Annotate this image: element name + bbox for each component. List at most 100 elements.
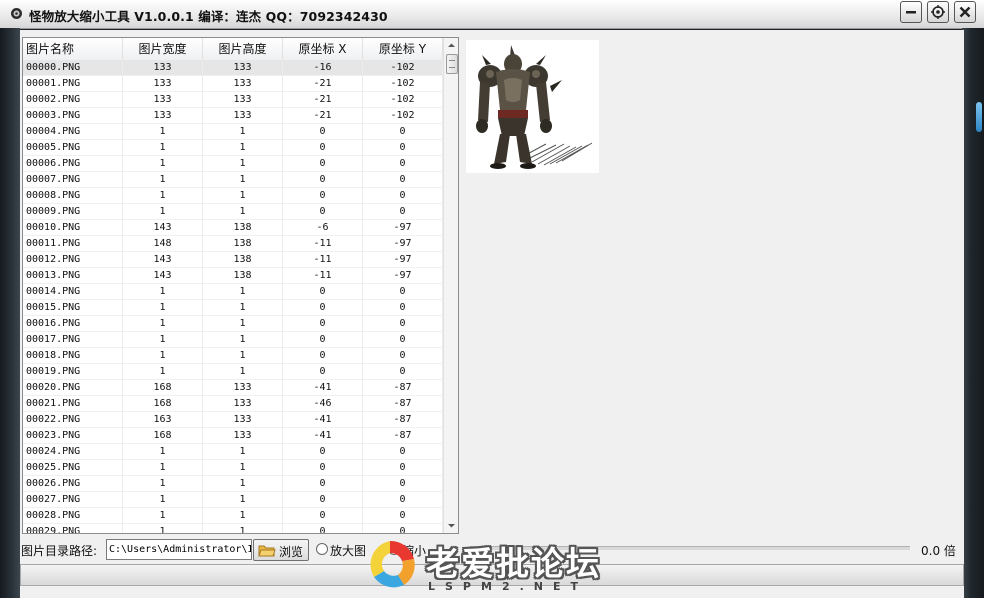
cell-name: 00023.PNG xyxy=(23,428,123,444)
close-button[interactable] xyxy=(954,1,976,23)
cell-height: 133 xyxy=(203,92,283,108)
cell-y: -102 xyxy=(363,76,443,92)
cell-width: 133 xyxy=(123,76,203,92)
table-row[interactable]: 00012.PNG 143 138 -11 -97 xyxy=(23,252,443,268)
cell-width: 168 xyxy=(123,380,203,396)
cell-height: 1 xyxy=(203,444,283,460)
cell-y: -87 xyxy=(363,380,443,396)
table-row[interactable]: 00022.PNG 163 133 -41 -87 xyxy=(23,412,443,428)
cell-name: 00002.PNG xyxy=(23,92,123,108)
list-rows: 00000.PNG 133 133 -16 -102 00001.PNG 133 133 -21… xyxy=(23,60,443,533)
table-row[interactable]: 00023.PNG 168 133 -41 -87 xyxy=(23,428,443,444)
settings-button[interactable] xyxy=(927,1,949,23)
browse-label: 浏览 xyxy=(279,545,304,559)
column-header-width[interactable]: 图片宽度 xyxy=(123,38,203,60)
table-row[interactable]: 00024.PNG 1 1 0 0 xyxy=(23,444,443,460)
table-row[interactable]: 00027.PNG 1 1 0 0 xyxy=(23,492,443,508)
cell-y: -87 xyxy=(363,412,443,428)
enlarge-radio[interactable] xyxy=(316,543,328,555)
table-row[interactable]: 00020.PNG 168 133 -41 -87 xyxy=(23,380,443,396)
scroll-down-icon[interactable] xyxy=(444,518,459,533)
cell-name: 00016.PNG xyxy=(23,316,123,332)
column-header-height[interactable]: 图片高度 xyxy=(203,38,283,60)
cell-name: 00027.PNG xyxy=(23,492,123,508)
table-row[interactable]: 00009.PNG 1 1 0 0 xyxy=(23,204,443,220)
enlarge-label: 放大图 xyxy=(330,544,367,558)
cell-x: 0 xyxy=(283,204,363,220)
table-row[interactable]: 00008.PNG 1 1 0 0 xyxy=(23,188,443,204)
cell-height: 1 xyxy=(203,172,283,188)
table-row[interactable]: 00014.PNG 1 1 0 0 xyxy=(23,284,443,300)
table-row[interactable]: 00015.PNG 1 1 0 0 xyxy=(23,300,443,316)
cell-name: 00005.PNG xyxy=(23,140,123,156)
cell-width: 1 xyxy=(123,300,203,316)
frame-accent xyxy=(976,102,982,132)
settings-icon xyxy=(931,5,945,19)
scroll-thumb[interactable] xyxy=(446,54,458,74)
cell-width: 1 xyxy=(123,204,203,220)
cell-x: -41 xyxy=(283,428,363,444)
table-row[interactable]: 00005.PNG 1 1 0 0 xyxy=(23,140,443,156)
table-row[interactable]: 00029.PNG 1 1 0 0 xyxy=(23,524,443,533)
cell-y: 0 xyxy=(363,284,443,300)
browse-button[interactable]: 浏览 xyxy=(253,539,309,561)
cell-name: 00028.PNG xyxy=(23,508,123,524)
cell-height: 1 xyxy=(203,140,283,156)
cell-height: 1 xyxy=(203,508,283,524)
monster-sprite xyxy=(476,45,593,169)
zoom-value: 0.0 倍 xyxy=(921,544,956,558)
table-row[interactable]: 00025.PNG 1 1 0 0 xyxy=(23,460,443,476)
cell-x: -46 xyxy=(283,396,363,412)
table-row[interactable]: 00013.PNG 143 138 -11 -97 xyxy=(23,268,443,284)
column-header-x[interactable]: 原坐标 X xyxy=(283,38,363,60)
column-header-y[interactable]: 原坐标 Y xyxy=(363,38,443,60)
cell-x: 0 xyxy=(283,492,363,508)
cell-name: 00007.PNG xyxy=(23,172,123,188)
cell-height: 1 xyxy=(203,300,283,316)
table-row[interactable]: 00021.PNG 168 133 -46 -87 xyxy=(23,396,443,412)
app-icon xyxy=(11,8,22,19)
cell-x: 0 xyxy=(283,524,363,533)
table-row[interactable]: 00017.PNG 1 1 0 0 xyxy=(23,332,443,348)
table-row[interactable]: 00006.PNG 1 1 0 0 xyxy=(23,156,443,172)
list-scrollbar[interactable] xyxy=(443,38,459,533)
cell-name: 00022.PNG xyxy=(23,412,123,428)
title-bar[interactable]: 怪物放大缩小工具 V1.0.0.1 编译：连杰 QQ：7092342430 xyxy=(0,0,984,29)
column-header-name[interactable]: 图片名称 xyxy=(23,38,123,60)
table-row[interactable]: 00011.PNG 148 138 -11 -97 xyxy=(23,236,443,252)
window-title: 怪物放大缩小工具 V1.0.0.1 编译：连杰 QQ：7092342430 xyxy=(29,9,388,24)
cell-width: 168 xyxy=(123,396,203,412)
cell-y: 0 xyxy=(363,476,443,492)
cell-y: 0 xyxy=(363,348,443,364)
minimize-button[interactable] xyxy=(900,1,922,23)
watermark-subtitle: LSPM2.NET xyxy=(428,580,588,593)
table-row[interactable]: 00002.PNG 133 133 -21 -102 xyxy=(23,92,443,108)
table-row[interactable]: 00004.PNG 1 1 0 0 xyxy=(23,124,443,140)
table-row[interactable]: 00026.PNG 1 1 0 0 xyxy=(23,476,443,492)
table-row[interactable]: 00010.PNG 143 138 -6 -97 xyxy=(23,220,443,236)
table-row[interactable]: 00001.PNG 133 133 -21 -102 xyxy=(23,76,443,92)
table-row[interactable]: 00000.PNG 133 133 -16 -102 xyxy=(23,60,443,76)
cell-width: 143 xyxy=(123,268,203,284)
image-list[interactable]: 图片名称 图片宽度 图片高度 原坐标 X 原坐标 Y 00000.PNG 133 1… xyxy=(22,37,459,534)
cell-x: 0 xyxy=(283,316,363,332)
cell-width: 168 xyxy=(123,428,203,444)
table-row[interactable]: 00003.PNG 133 133 -21 -102 xyxy=(23,108,443,124)
table-row[interactable]: 00007.PNG 1 1 0 0 xyxy=(23,172,443,188)
cell-y: 0 xyxy=(363,124,443,140)
cell-y: -87 xyxy=(363,428,443,444)
table-row[interactable]: 00019.PNG 1 1 0 0 xyxy=(23,364,443,380)
cell-height: 1 xyxy=(203,460,283,476)
cell-name: 00018.PNG xyxy=(23,348,123,364)
cell-name: 00009.PNG xyxy=(23,204,123,220)
table-row[interactable]: 00028.PNG 1 1 0 0 xyxy=(23,508,443,524)
cell-height: 138 xyxy=(203,252,283,268)
cell-y: 0 xyxy=(363,332,443,348)
cell-y: 0 xyxy=(363,188,443,204)
path-input[interactable]: C:\Users\Administrator\I xyxy=(106,539,252,560)
scroll-up-icon[interactable] xyxy=(444,38,459,53)
table-row[interactable]: 00018.PNG 1 1 0 0 xyxy=(23,348,443,364)
cell-height: 133 xyxy=(203,428,283,444)
table-row[interactable]: 00016.PNG 1 1 0 0 xyxy=(23,316,443,332)
cell-width: 1 xyxy=(123,284,203,300)
